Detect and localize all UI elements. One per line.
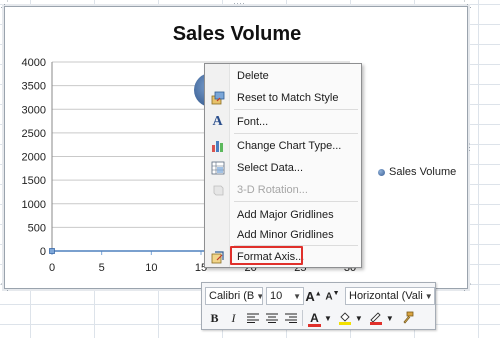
select-data-icon (205, 158, 230, 177)
align-center-icon (265, 313, 278, 323)
chevron-down-icon[interactable]: ▼ (324, 314, 332, 323)
bold-button[interactable]: B (205, 309, 224, 328)
menu-item-select-data[interactable]: Select Data... (205, 158, 361, 177)
legend[interactable]: Sales Volume (378, 166, 456, 178)
menu-item-delete[interactable]: Delete (205, 66, 361, 85)
format-painter-button[interactable] (398, 309, 417, 328)
blank-icon (205, 205, 230, 224)
fill-color-button[interactable] (336, 309, 355, 328)
mini-toolbar-row-2: B I A ▼ ▼ ▼ (205, 308, 417, 328)
y-tick-label: 3000 (22, 104, 46, 116)
menu-item-add-minor-gridlines[interactable]: Add Minor Gridlines (205, 225, 361, 244)
grow-font-button[interactable]: A▲ (304, 287, 323, 306)
format-axis-icon (205, 247, 230, 266)
mini-toolbar: Calibri (B ▼ 10 ▼ A▲ A▼ Horizontal (Vali… (201, 282, 436, 330)
chevron-down-icon: ▼ (424, 291, 433, 301)
menu-separator (234, 201, 358, 202)
legend-label: Sales Volume (389, 166, 457, 178)
menu-separator (234, 133, 358, 134)
axis-selection-handle (49, 248, 55, 254)
toolbar-separator (302, 310, 303, 326)
format-axis-highlight (230, 246, 303, 265)
align-left-icon (246, 313, 259, 323)
x-tick-label: 10 (145, 262, 157, 274)
text-direction-dropdown[interactable]: Horizontal (Vali ▼ (345, 287, 435, 305)
font-name-dropdown[interactable]: Calibri (B ▼ (205, 287, 263, 305)
format-painter-icon (403, 311, 414, 324)
menu-item-change-chart-type[interactable]: Change Chart Type... (205, 136, 361, 155)
context-menu: Delete Reset to Match Style A Font... Ch… (204, 63, 362, 268)
menu-item-reset-to-match-style[interactable]: Reset to Match Style (205, 88, 361, 107)
font-size-dropdown[interactable]: 10 ▼ (266, 287, 304, 305)
menu-item-3d-rotation[interactable]: 3-D Rotation... (205, 180, 361, 199)
paint-bucket-icon (339, 312, 352, 325)
y-tick-label: 3500 (22, 81, 46, 93)
rotation-icon (205, 180, 230, 199)
chevron-down-icon: ▼ (254, 292, 262, 301)
chevron-down-icon[interactable]: ▼ (355, 314, 363, 323)
x-tick-label: 5 (99, 262, 105, 274)
menu-item-add-major-gridlines[interactable]: Add Major Gridlines (205, 205, 361, 224)
y-tick-label: 4000 (22, 57, 46, 69)
font-icon: A (212, 113, 223, 129)
blank-icon (205, 66, 230, 85)
y-tick-label: 2000 (22, 152, 46, 164)
y-tick-label: 1000 (22, 199, 46, 211)
y-tick-label: 1500 (22, 175, 46, 187)
italic-button[interactable]: I (224, 309, 243, 328)
align-center-button[interactable] (262, 309, 281, 328)
pen-outline-icon (370, 312, 383, 325)
x-tick-label: 0 (49, 262, 55, 274)
menu-separator (234, 109, 358, 110)
chevron-down-icon[interactable]: ▼ (386, 314, 394, 323)
outline-color-button[interactable] (367, 309, 386, 328)
y-tick-label: 2500 (22, 128, 46, 140)
mini-toolbar-row-1: Calibri (B ▼ 10 ▼ A▲ A▼ Horizontal (Vali… (205, 286, 435, 306)
y-tick-label: 500 (28, 222, 46, 234)
menu-item-font[interactable]: A Font... (205, 112, 361, 131)
align-left-button[interactable] (243, 309, 262, 328)
align-right-icon (284, 313, 297, 323)
chart-type-icon (205, 136, 230, 155)
chevron-down-icon: ▼ (293, 291, 301, 301)
y-tick-label: 0 (40, 246, 46, 258)
font-color-button[interactable]: A (305, 309, 324, 328)
blank-icon (205, 225, 230, 244)
legend-marker (378, 168, 385, 176)
align-right-button[interactable] (281, 309, 300, 328)
reset-style-icon (205, 88, 230, 107)
shrink-font-button[interactable]: A▼ (323, 287, 342, 306)
